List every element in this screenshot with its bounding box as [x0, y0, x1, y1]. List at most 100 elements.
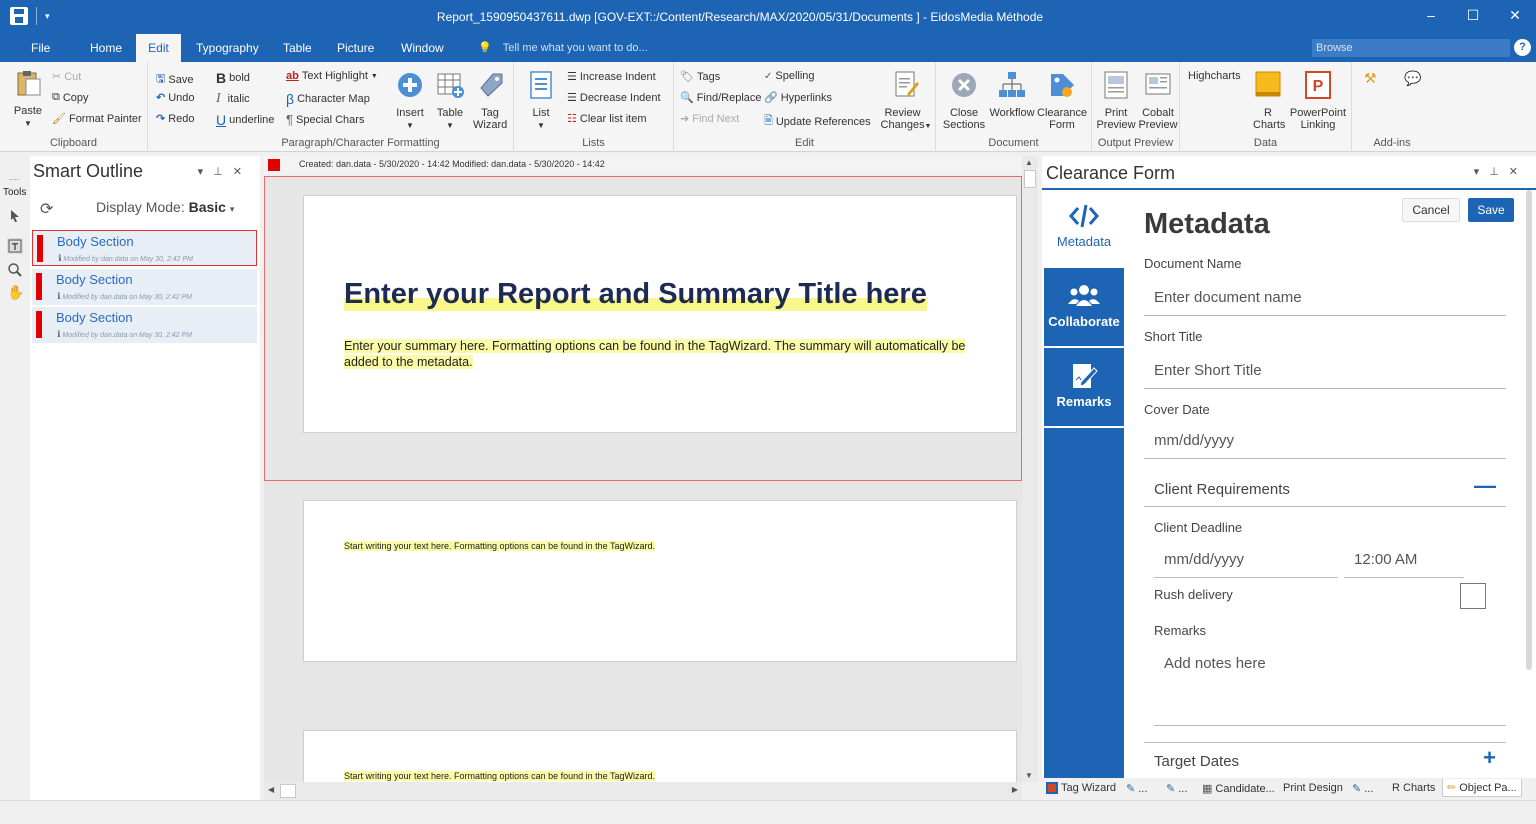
tab-typography[interactable]: Typography — [196, 34, 259, 62]
tab-home[interactable]: Home — [90, 34, 122, 62]
r-charts-button[interactable]: R Charts — [1248, 70, 1288, 131]
cover-date-input[interactable]: mm/dd/yyyy — [1144, 423, 1506, 459]
redo-button[interactable]: ↷ Redo — [156, 112, 195, 126]
outline-item[interactable]: Body Section ℹ Modified by dan.data on M… — [32, 269, 257, 305]
powerpoint-linking-button[interactable]: P PowerPoint Linking — [1288, 70, 1348, 131]
highcharts-button[interactable]: Highcharts — [1188, 70, 1241, 82]
tab-table[interactable]: Table — [283, 34, 312, 62]
outline-item[interactable]: Body Section ℹ Modified by dan.data on M… — [32, 230, 257, 266]
tab-print-design[interactable]: Print Design — [1283, 782, 1343, 794]
document-page[interactable]: Start writing your text here. Formatting… — [303, 500, 1017, 662]
tab-collaborate[interactable]: Collaborate — [1044, 270, 1124, 348]
spelling-button[interactable]: ✓ Spelling — [764, 70, 815, 82]
paste-button[interactable]: Paste ▼ — [10, 68, 46, 130]
tab-window[interactable]: Window — [401, 34, 444, 62]
addin-comment-button[interactable]: 💬 — [1404, 70, 1421, 87]
report-title-field[interactable]: Enter your Report and Summary Title here — [344, 278, 927, 311]
update-references-button[interactable]: 🗎 Update References — [764, 112, 871, 131]
list-button[interactable]: List ▼ — [524, 70, 558, 132]
tab-r-charts[interactable]: R Charts — [1392, 782, 1435, 794]
workflow-button[interactable]: Workflow — [988, 70, 1036, 119]
target-dates-section[interactable]: Target Dates + — [1144, 742, 1506, 778]
find-replace-button[interactable]: 🔍 Find/Replace — [680, 91, 762, 105]
horizontal-scrollbar[interactable]: ◀ ▶ — [264, 782, 1022, 800]
vertical-scrollbar[interactable]: ▲ ▼ — [1022, 156, 1038, 782]
insert-button[interactable]: Insert ▼ — [390, 70, 430, 132]
tab-panel-2[interactable]: ✎... — [1166, 782, 1187, 796]
increase-indent-button[interactable]: ☰ Increase Indent — [567, 70, 656, 84]
tab-object-panel[interactable]: ✏ Object Pa... — [1442, 779, 1522, 797]
document-page[interactable]: Enter your Report and Summary Title here… — [303, 195, 1017, 433]
close-icon[interactable]: ✕ — [1509, 166, 1528, 178]
scroll-left-icon[interactable]: ◀ — [268, 785, 274, 794]
scroll-down-icon[interactable]: ▼ — [1025, 771, 1033, 780]
scrollbar-thumb[interactable] — [1024, 170, 1036, 188]
italic-button[interactable]: Iitalic — [216, 91, 250, 107]
character-map-button[interactable]: β Character Map — [286, 91, 370, 107]
close-sections-button[interactable]: Close Sections — [940, 70, 988, 131]
tell-me-box[interactable]: 💡 Tell me what you want to do... — [478, 34, 648, 62]
cut-button[interactable]: ✂ Cut — [52, 70, 81, 84]
special-chars-button[interactable]: ¶ Special Chars — [286, 112, 364, 127]
find-next-button[interactable]: ➜ Find Next — [680, 112, 739, 126]
tab-remarks[interactable]: Remarks — [1044, 350, 1124, 428]
cobalt-preview-button[interactable]: Cobalt Preview — [1136, 70, 1180, 131]
client-deadline-time-input[interactable]: 12:00 AM — [1344, 542, 1464, 578]
format-painter-button[interactable]: 🖌 Format Painter — [52, 112, 142, 126]
hyperlinks-button[interactable]: 🔗 Hyperlinks — [764, 91, 832, 105]
table-button[interactable]: Table ▼ — [432, 70, 468, 132]
minimize-button[interactable]: – — [1410, 0, 1452, 30]
tab-tag-wizard[interactable]: Tag Wizard — [1046, 782, 1116, 794]
document-page[interactable]: Start writing your text here. Formatting… — [303, 730, 1017, 782]
help-icon[interactable]: ? — [1514, 39, 1531, 56]
expand-icon[interactable]: + — [1483, 745, 1496, 771]
summary-field[interactable]: Enter your summary here. Formatting opti… — [344, 338, 994, 370]
tab-panel-3[interactable]: ✎... — [1352, 782, 1373, 796]
scroll-up-icon[interactable]: ▲ — [1025, 158, 1033, 167]
addin-tool-button[interactable]: ⚒ — [1364, 70, 1377, 87]
maximize-button[interactable]: ☐ — [1452, 0, 1494, 30]
outline-item[interactable]: Body Section ℹ Modified by dan.data on M… — [32, 307, 257, 343]
bold-button[interactable]: Bbold — [216, 70, 250, 86]
tab-metadata[interactable]: Metadata — [1044, 190, 1124, 268]
tab-edit[interactable]: Edit — [136, 34, 181, 62]
pin-icon[interactable]: ⊥ — [213, 166, 233, 178]
clearance-scrollbar[interactable] — [1526, 190, 1532, 670]
browse-search-input[interactable]: Browse — [1312, 39, 1510, 57]
tag-wizard-button[interactable]: Tag Wizard — [470, 70, 510, 131]
save-button[interactable]: 🖫 Save — [156, 70, 193, 89]
body-text-field[interactable]: Start writing your text here. Formatting… — [344, 541, 655, 551]
tab-picture[interactable]: Picture — [337, 34, 374, 62]
short-title-input[interactable]: Enter Short Title — [1144, 353, 1506, 389]
clearance-form-button[interactable]: Clearance Form — [1036, 70, 1088, 131]
document-name-input[interactable]: Enter document name — [1144, 280, 1506, 316]
undo-button[interactable]: ↶ Undo — [156, 91, 195, 105]
collapse-icon[interactable]: — — [1474, 473, 1496, 499]
rush-delivery-checkbox[interactable] — [1460, 583, 1486, 609]
tags-button[interactable]: 🏷 Tags — [680, 70, 720, 84]
chevron-down-icon[interactable]: ▾ — [198, 166, 214, 178]
tab-panel-1[interactable]: ✎... — [1126, 782, 1147, 796]
decrease-indent-button[interactable]: ☰ Decrease Indent — [567, 91, 661, 105]
refresh-icon[interactable]: ⟳ — [40, 199, 53, 219]
underline-button[interactable]: Uunderline — [216, 112, 274, 128]
zoom-tool-icon[interactable] — [7, 262, 23, 278]
client-requirements-section[interactable]: Client Requirements — — [1144, 471, 1506, 507]
review-changes-button[interactable]: Review Changes▼ — [878, 70, 934, 133]
tab-candidate[interactable]: ▦ Candidate... — [1202, 782, 1275, 796]
tab-file[interactable]: File — [31, 34, 50, 62]
pin-icon[interactable]: ⊥ — [1489, 166, 1509, 178]
close-icon[interactable]: ✕ — [233, 166, 252, 178]
scrollbar-thumb[interactable] — [280, 784, 296, 798]
remarks-textarea[interactable]: Add notes here — [1154, 646, 1506, 726]
cancel-button[interactable]: Cancel — [1402, 198, 1460, 222]
pointer-tool-icon[interactable] — [7, 208, 23, 224]
print-preview-button[interactable]: Print Preview — [1094, 70, 1138, 131]
scroll-right-icon[interactable]: ▶ — [1012, 785, 1018, 794]
body-text-field[interactable]: Start writing your text here. Formatting… — [344, 771, 655, 781]
clear-list-item-button[interactable]: ☷ Clear list item — [567, 112, 647, 126]
text-highlight-button[interactable]: ab Text Highlight ▼ — [286, 70, 378, 82]
display-mode-dropdown[interactable]: Display Mode: Basic ▾ — [96, 199, 234, 215]
client-deadline-date-input[interactable]: mm/dd/yyyy — [1154, 542, 1338, 578]
hand-tool-icon[interactable]: ✋ — [7, 284, 24, 300]
